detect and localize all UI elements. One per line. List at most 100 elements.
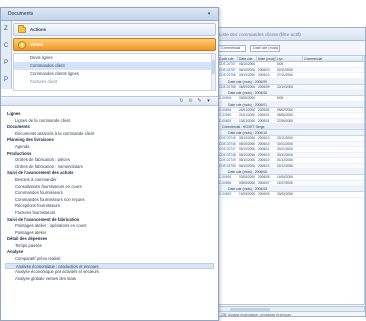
table-cell: 05/10/2006 — [239, 136, 255, 140]
refresh-icon[interactable]: ↻ — [178, 98, 185, 105]
table-cell: C-00692 — [219, 192, 232, 196]
tree-item[interactable]: Ordres de fabrication : pièces — [5, 157, 214, 164]
gear-icon — [18, 40, 26, 49]
table-cell: 13/01/2006 — [239, 118, 255, 123]
actions-bar[interactable]: Actions — [13, 23, 216, 36]
table-cell — [303, 192, 363, 197]
tree-item[interactable]: Pointages atelier — [5, 230, 214, 237]
tree-group-header[interactable]: Suivi de l'avancement de fabrication — [5, 217, 214, 224]
tree-group-header[interactable]: Lignes — [5, 111, 214, 118]
table-cell: 06/10/2006 — [239, 163, 255, 168]
side-tab[interactable]: P — [1, 72, 11, 89]
table-cell: 05/10/2006 — [239, 141, 255, 146]
pin-icon[interactable]: ▾ — [206, 11, 212, 17]
table-cell: CDE-02748 — [219, 152, 236, 157]
tree-group-header[interactable]: Analyse — [5, 249, 214, 256]
window-title: Documents — [8, 11, 34, 17]
tree-group-header[interactable]: Suivi de l'avancement des achats — [5, 170, 214, 177]
tree-item[interactable]: Temps passés — [5, 243, 214, 250]
table-cell: 01/12/2006 — [277, 158, 293, 162]
sublist-item-selected[interactable]: Commandes client — [14, 62, 215, 70]
tree-group-header[interactable]: Détail des dépenses — [5, 236, 214, 243]
table-cell: 6/06 — [277, 62, 284, 66]
sublist-item[interactable]: Devis lignes — [14, 54, 215, 62]
table-cell: 2006/10 — [258, 158, 270, 162]
scrollbar-thumb[interactable] — [230, 308, 270, 311]
table-cell: 30/11/2006 — [277, 152, 293, 157]
table-cell: 24/01/2006 — [239, 107, 255, 112]
tree-item[interactable]: Analyse globale ventes des stats — [5, 276, 214, 283]
tree-item[interactable]: Comparatif prévu réalisé — [5, 256, 214, 263]
tree-item[interactable]: Réceptions fournisseurs — [5, 203, 214, 210]
table-cell: 2006/07 — [258, 180, 270, 185]
tree-item[interactable]: Agenda — [5, 144, 214, 151]
table-cell: CDE-02757 — [219, 62, 236, 66]
table-cell: 2006/10 — [258, 152, 270, 157]
vertical-scrollbar[interactable] — [211, 54, 215, 90]
table-cell: 02/12/2006 — [277, 163, 293, 168]
table-cell — [257, 62, 276, 67]
footer-view-name: Analyse économique : production et encou… — [228, 313, 292, 317]
horizontal-scrollbar[interactable] — [217, 306, 365, 312]
side-tab[interactable]: P — [1, 55, 11, 72]
tree-item[interactable]: Besoins à commander — [5, 177, 214, 184]
table-cell: 30/05/2006 — [277, 192, 293, 196]
grouping-toolbar: Commercial Date cde (mois) — [218, 45, 361, 52]
group-by-commercial-combo[interactable]: Commercial — [218, 45, 246, 52]
table-cell: 2006/01 — [258, 118, 270, 123]
pin-icon[interactable]: ✎ — [196, 98, 203, 105]
table-cell — [303, 119, 363, 124]
tree-item[interactable]: Documents associés à la commande client — [5, 131, 214, 138]
side-tab-strip: Z C P P — [1, 21, 12, 89]
table-cell: 2006/06 — [258, 175, 270, 179]
documents-window: Documents ▾ Z C P P Actions Vistes Devis… — [0, 7, 219, 321]
group-by-month-combo[interactable]: Date cde (mois) — [250, 45, 280, 52]
table-cell: 6/06 — [277, 96, 284, 100]
column-header[interactable]: Code cde — [218, 56, 238, 61]
table-cell: 19/05/2006 — [239, 192, 255, 196]
record-count: 238 — [221, 313, 227, 317]
table-cell: 2006/10 — [258, 163, 270, 168]
table-cell: 2006/01 — [258, 113, 270, 117]
tree-item[interactable]: Analyse économique par activités et sect… — [5, 269, 214, 276]
table-cell: 21/01/2006 — [239, 113, 255, 117]
tree-group-header[interactable]: Documents — [5, 124, 214, 131]
table-cell — [257, 96, 276, 101]
tree-item[interactable]: Commandes fournisseurs non reçues — [5, 197, 214, 204]
side-tab[interactable]: Z — [1, 21, 11, 38]
tree-item[interactable]: Commandes fournisseurs — [5, 190, 214, 197]
table-cell: 2006/10 — [258, 67, 270, 72]
tree-group-header[interactable]: Productions — [5, 151, 214, 158]
table-cell: CDE-02749 — [219, 158, 236, 162]
tree-item[interactable]: Lignes de la commande client — [5, 118, 214, 125]
table-cell: 02/11/2006 — [277, 67, 293, 72]
table-cell: 03/06/2006 — [239, 180, 255, 185]
table-cell: 2006/10 — [258, 73, 270, 77]
tree-group-header[interactable]: Planning des livraisons — [5, 137, 214, 144]
settings-icon[interactable]: ⚙ — [187, 98, 194, 105]
sublist-item[interactable]: Commandes clients lignes — [14, 70, 215, 78]
table-cell: 22/11/2006 — [277, 136, 293, 140]
dropdown-icon[interactable]: ▾ — [205, 98, 212, 105]
table-row[interactable]: C-00692 19/05/2006 2006/05 30/05/2006 — [218, 192, 364, 198]
table-cell — [303, 68, 363, 73]
views-bar[interactable]: Vistes — [13, 38, 216, 51]
tree-item[interactable]: Factures fournisseurs — [5, 210, 214, 217]
table-cell: 2006/01 — [258, 107, 270, 112]
table-cell: 05/10/2006 — [239, 147, 255, 151]
tree-item[interactable]: Ordres de fabrication : nomenclature — [5, 164, 214, 171]
column-header[interactable]: Mise (mois) — [257, 56, 276, 61]
table-cell: 03/06/2006 — [239, 96, 255, 100]
column-header[interactable]: Date cde — [238, 56, 257, 61]
tree-item-selected[interactable]: Analyse économique : production et encou… — [5, 262, 214, 270]
orders-grid[interactable]: Code cde Date cde Mise (mois) Livr. Comm… — [217, 55, 365, 305]
tree-item[interactable]: Pointages atelier : opérations en cours — [5, 223, 214, 230]
tree-item[interactable]: Consultations fournisseurs en cours — [5, 184, 214, 191]
table-cell: 03/06/2006 — [239, 175, 255, 179]
sublist-item[interactable]: Factures client — [14, 78, 215, 86]
column-header[interactable]: Commercial — [303, 56, 363, 61]
side-tab[interactable]: C — [1, 38, 11, 55]
table-cell: 2006/10 — [258, 141, 270, 146]
navigation-panel: Actions Vistes Devis lignes Commandes cl… — [13, 21, 216, 91]
column-header[interactable]: Livr. — [276, 56, 303, 61]
